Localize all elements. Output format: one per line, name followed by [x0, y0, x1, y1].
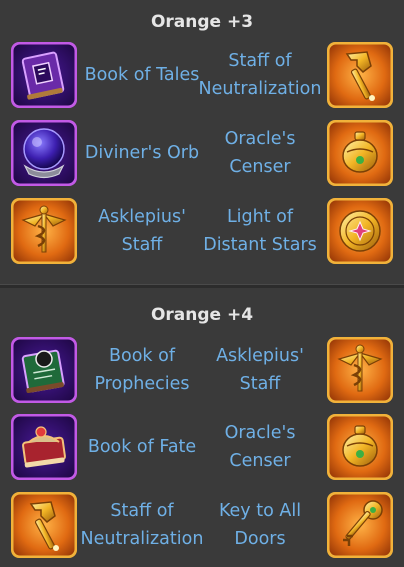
light-of-distant-stars-icon[interactable]	[327, 198, 393, 264]
item-name: Diviner's Orb	[84, 143, 200, 163]
section-orange-3: Orange +3 Book of Tales Staff of Neutral…	[0, 0, 404, 284]
staff-of-neutralization-icon[interactable]	[11, 492, 77, 558]
item-name: Asklepius' Staff	[98, 207, 186, 255]
item-name: Book of Prophecies	[94, 346, 190, 394]
item-row: Staff of Neutralization Key to All Doors	[0, 490, 404, 560]
item-name: Staff of Neutralization	[198, 51, 322, 99]
book-of-fate-icon[interactable]	[11, 414, 77, 480]
oracles-censer-icon[interactable]	[327, 414, 393, 480]
item-name: Book of Fate	[87, 437, 197, 457]
item-row: Diviner's Orb Oracle's Censer	[0, 118, 404, 188]
staff-of-neutralization-icon[interactable]	[327, 42, 393, 108]
key-to-all-doors-icon[interactable]	[327, 492, 393, 558]
item-row: Book of Prophecies Asklepius' Staff	[0, 335, 404, 405]
item-name: Staff of Neutralization	[80, 501, 204, 549]
item-name: Light of Distant Stars	[203, 207, 317, 255]
oracles-censer-icon[interactable]	[327, 120, 393, 186]
item-name: Asklepius' Staff	[216, 346, 304, 394]
book-of-prophecies-icon[interactable]	[11, 337, 77, 403]
item-name: Key to All Doors	[218, 501, 302, 549]
item-row: Book of Fate Oracle's Censer	[0, 412, 404, 482]
asklepius-staff-icon[interactable]	[327, 337, 393, 403]
item-row: Asklepius' Staff Light of Distant Stars	[0, 196, 404, 266]
section-title: Orange +3	[150, 12, 254, 32]
item-name: Oracle's Censer	[224, 129, 296, 177]
diviners-orb-icon[interactable]	[11, 120, 77, 186]
section-orange-4: Orange +4 Book of Prophecies Asklepius' …	[0, 288, 404, 567]
section-title: Orange +4	[150, 305, 254, 325]
item-row: Book of Tales Staff of Neutralization	[0, 40, 404, 110]
asklepius-staff-icon[interactable]	[11, 198, 77, 264]
book-of-tales-icon[interactable]	[11, 42, 77, 108]
item-name: Book of Tales	[84, 65, 200, 85]
item-name: Oracle's Censer	[224, 423, 296, 471]
